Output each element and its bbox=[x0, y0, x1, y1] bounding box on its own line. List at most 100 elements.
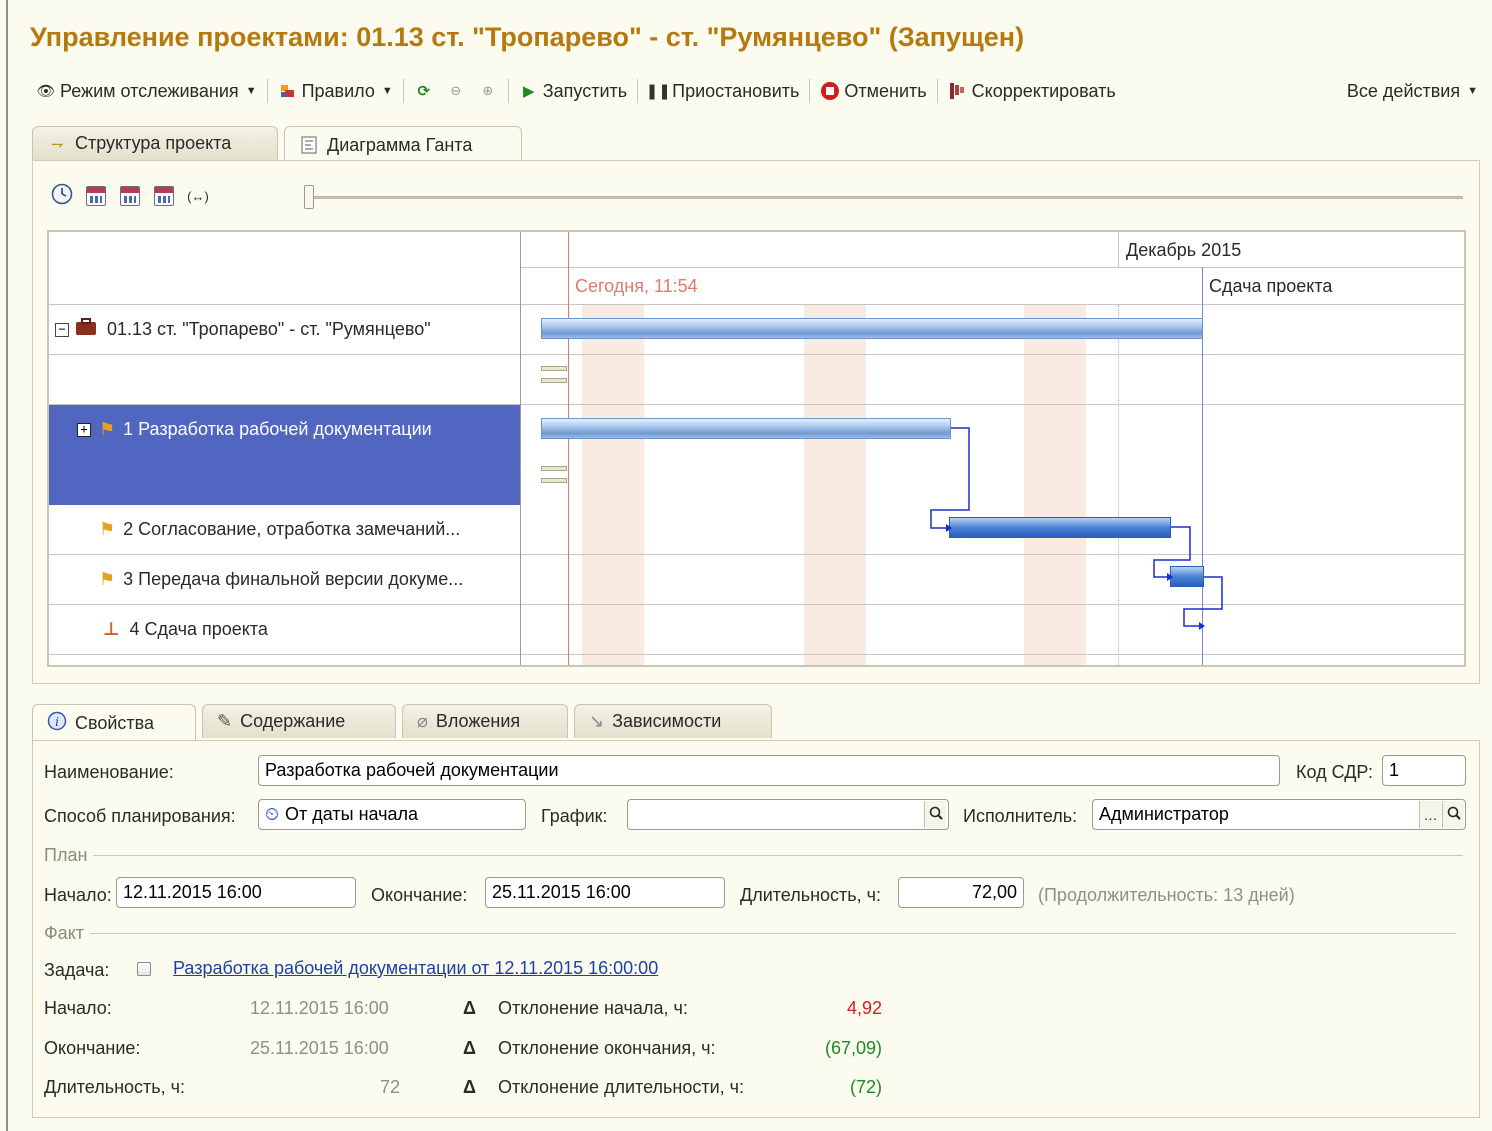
toolbar-separator bbox=[936, 79, 938, 103]
executor-search-button[interactable] bbox=[1442, 801, 1464, 828]
tab-label: Диаграмма Ганта bbox=[327, 134, 473, 155]
schedule-search-button[interactable] bbox=[924, 801, 946, 828]
calendar-week-button[interactable] bbox=[118, 184, 142, 208]
delta-icon: Δ bbox=[463, 1077, 476, 1097]
delta-icon: Δ bbox=[463, 1038, 476, 1058]
tab-label: Структура проекта bbox=[75, 133, 232, 153]
all-actions-label: Все действия bbox=[1346, 80, 1461, 101]
fact-end-label: Окончание: bbox=[44, 1038, 141, 1058]
tab-project-structure[interactable]: ⇁ Структура проекта bbox=[32, 126, 278, 160]
toolbar-separator bbox=[266, 79, 268, 103]
wbs-code-label: Код СДР: bbox=[1296, 762, 1374, 782]
executor-select-button[interactable]: … bbox=[1419, 801, 1441, 828]
gantt-tools: (↔) bbox=[50, 183, 210, 210]
tab-gantt-chart[interactable]: Диаграмма Ганта bbox=[284, 126, 522, 163]
fact-start-label: Начало: bbox=[44, 998, 112, 1018]
plan-duration-note: (Продолжительность: 13 дней) bbox=[1038, 885, 1295, 905]
planning-method-value: От даты начала bbox=[285, 804, 419, 824]
adjust-button[interactable]: Скорректировать bbox=[942, 77, 1122, 105]
ellipsis-icon: … bbox=[1423, 806, 1438, 823]
gantt-icon bbox=[299, 135, 319, 155]
fact-start-value: 12.11.2015 16:00 bbox=[250, 998, 389, 1018]
scale-slider-track[interactable] bbox=[308, 196, 1463, 199]
zoom-out-icon: ⊖ bbox=[450, 83, 462, 98]
page-title: Управление проектами: 01.13 ст. "Тропаре… bbox=[30, 22, 1025, 52]
plan-start-field[interactable]: 12.11.2015 16:00 bbox=[116, 877, 356, 908]
calendar-day-button[interactable] bbox=[84, 184, 108, 208]
executor-field[interactable]: Администратор bbox=[1092, 799, 1466, 830]
schedule-clock-icon: ⏲ bbox=[265, 804, 280, 824]
chevron-down-icon: ▼ bbox=[245, 85, 257, 97]
play-icon: ▶ bbox=[522, 83, 535, 100]
dev-duration-label: Отклонение длительности, ч: bbox=[498, 1077, 745, 1097]
search-icon bbox=[929, 806, 943, 823]
clock-icon bbox=[51, 183, 73, 210]
section-divider bbox=[93, 855, 1464, 856]
schedule-field[interactable] bbox=[627, 799, 949, 830]
wbs-code-field[interactable]: 1 bbox=[1382, 755, 1466, 786]
refresh-button[interactable]: ⟳ bbox=[408, 77, 440, 105]
dev-start-label: Отклонение начала, ч: bbox=[498, 998, 688, 1018]
delta-icon: Δ bbox=[463, 998, 476, 1018]
planning-method-label: Способ планирования: bbox=[44, 806, 236, 826]
dev-end-label: Отклонение окончания, ч: bbox=[498, 1038, 716, 1058]
plan-end-label: Окончание: bbox=[371, 885, 468, 905]
fit-scale-button[interactable]: (↔) bbox=[186, 184, 210, 208]
tab-content[interactable]: ✎ Содержание bbox=[202, 704, 396, 738]
all-actions-button[interactable]: Все действия ▼ bbox=[1341, 77, 1484, 105]
start-label: Запустить bbox=[542, 80, 628, 101]
plan-duration-field[interactable]: 72,00 bbox=[898, 877, 1024, 908]
tab-label: Свойства bbox=[75, 712, 155, 733]
cancel-label: Отменить bbox=[844, 80, 927, 101]
plan-end-field[interactable]: 25.11.2015 16:00 bbox=[485, 877, 725, 908]
info-icon: i bbox=[47, 711, 67, 736]
dev-end-value: (67,09) bbox=[824, 1038, 882, 1058]
rule-icon bbox=[278, 81, 298, 101]
name-field[interactable]: Разработка рабочей документации bbox=[258, 755, 1280, 786]
calendar-month-button[interactable] bbox=[152, 184, 176, 208]
structure-icon: ⇁ bbox=[50, 135, 64, 153]
task-checkbox[interactable] bbox=[137, 962, 151, 976]
section-divider bbox=[90, 933, 1457, 934]
calendar-icon bbox=[154, 186, 174, 206]
tab-label: Зависимости bbox=[612, 711, 722, 731]
rule-label: Правило bbox=[301, 80, 375, 101]
fact-section-title: Факт bbox=[44, 923, 85, 943]
tab-attachments[interactable]: ⌀ Вложения bbox=[402, 704, 568, 738]
fact-end-value: 25.11.2015 16:00 bbox=[250, 1038, 389, 1058]
zoom-in-button[interactable]: ⊕ bbox=[472, 77, 504, 105]
svg-text:i: i bbox=[55, 715, 59, 729]
scale-slider-thumb[interactable] bbox=[304, 185, 314, 209]
tab-label: Содержание bbox=[240, 711, 346, 731]
tracking-mode-button[interactable]: 👁 Режим отслеживания ▼ bbox=[30, 77, 263, 105]
rule-button[interactable]: Правило ▼ bbox=[272, 77, 399, 105]
main-toolbar: 👁 Режим отслеживания ▼ Правило ▼ ⟳ ⊖ ⊕ ▶… bbox=[30, 76, 1484, 106]
cancel-button[interactable]: Отменить bbox=[814, 77, 932, 105]
name-label: Наименование: bbox=[44, 762, 174, 782]
zoom-out-button[interactable]: ⊖ bbox=[440, 77, 472, 105]
plan-start-label: Начало: bbox=[44, 885, 112, 905]
pause-label: Приостановить bbox=[672, 80, 800, 101]
dependency-links bbox=[930, 427, 1223, 630]
tracking-mode-label: Режим отслеживания bbox=[60, 80, 239, 101]
tab-properties[interactable]: i Свойства bbox=[32, 704, 196, 741]
chevron-down-icon: ▼ bbox=[1467, 85, 1478, 97]
pause-button[interactable]: ❚❚ Приостановить bbox=[642, 77, 805, 105]
executor-label: Исполнитель: bbox=[963, 806, 1078, 826]
tab-dependencies[interactable]: ↘ Зависимости bbox=[574, 704, 772, 738]
dev-duration-value: (72) bbox=[849, 1077, 882, 1097]
fact-section-header: Факт bbox=[44, 923, 1457, 944]
toolbar-separator bbox=[507, 79, 509, 103]
start-button[interactable]: ▶ Запустить bbox=[513, 77, 633, 105]
top-tabs: ⇁ Структура проекта Диаграмма Ганта bbox=[32, 126, 522, 163]
toolbar-separator bbox=[809, 79, 811, 103]
bottom-tabs: i Свойства ✎ Содержание ⌀ Вложения ↘ Зав… bbox=[32, 704, 772, 741]
gantt-chart: Декабрь 2015 Сегодня, 11:54 Сдача проект… bbox=[47, 230, 1466, 667]
task-link[interactable]: Разработка рабочей документации от 12.11… bbox=[173, 958, 658, 979]
current-time-button[interactable] bbox=[50, 183, 74, 210]
adjust-icon bbox=[948, 81, 968, 101]
paperclip-icon: ⌀ bbox=[417, 711, 428, 731]
planning-method-field[interactable]: ⏲ От даты начала bbox=[258, 799, 526, 830]
chevron-down-icon: ▼ bbox=[381, 85, 393, 97]
stop-icon bbox=[820, 81, 840, 101]
